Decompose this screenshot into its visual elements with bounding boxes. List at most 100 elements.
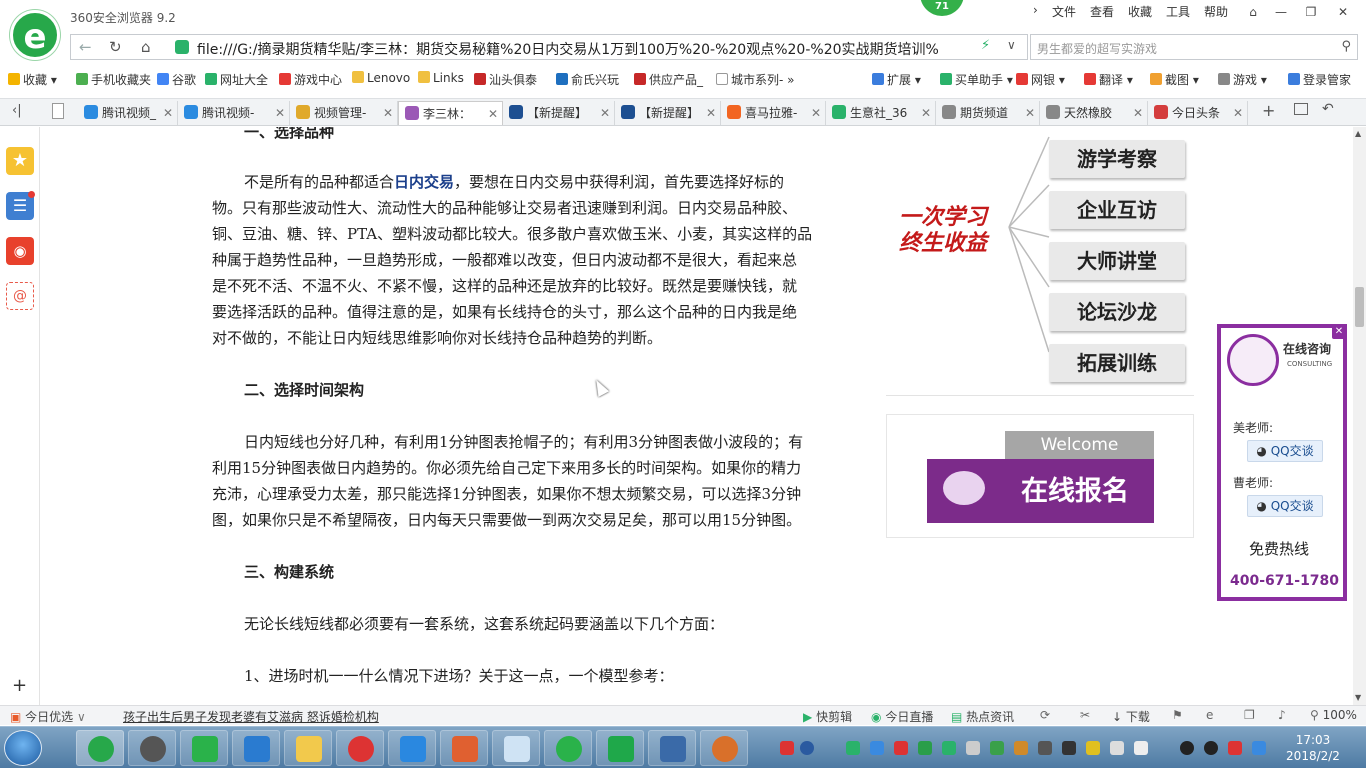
scroll-up-icon[interactable]: ▲ [1355, 129, 1361, 138]
signup-button[interactable]: 在线报名 [927, 459, 1154, 523]
promo-item-forum-salon[interactable]: 论坛沙龙 [1049, 293, 1185, 331]
help-icon[interactable] [800, 741, 814, 755]
tab-close-icon[interactable]: ✕ [921, 101, 931, 125]
task-red-app[interactable] [336, 730, 384, 766]
tray-app-icon[interactable] [780, 741, 794, 755]
tab-close-icon[interactable]: ✕ [706, 101, 716, 125]
task-microphone[interactable] [128, 730, 176, 766]
tab-1[interactable]: 腾讯视频- ✕ [178, 101, 290, 125]
tab-close-icon[interactable]: ✕ [1233, 101, 1243, 125]
task-wps-sheet[interactable] [596, 730, 644, 766]
tray-camera-icon[interactable] [1062, 741, 1076, 755]
tab-5[interactable]: 【新提醒】 ✕ [615, 101, 721, 125]
notification-badge[interactable]: 71 [920, 0, 964, 16]
speed-mode-icon[interactable]: ⚡ [981, 38, 990, 53]
skin-icon[interactable]: ⌂ [1240, 3, 1266, 21]
tray-wechat-icon[interactable] [846, 741, 860, 755]
ext-screenshot[interactable]: 截图 ▾ [1150, 71, 1199, 88]
task-wps-writer[interactable] [388, 730, 436, 766]
window-icon[interactable]: ❐ [1244, 708, 1255, 722]
menu-help[interactable]: 帮助 [1204, 3, 1228, 20]
ext-translate[interactable]: 翻译 ▾ [1084, 71, 1133, 88]
bookmark-city[interactable]: 城市系列- » [716, 71, 795, 88]
tab-2[interactable]: 视频管理- ✕ [290, 101, 398, 125]
tray-flag-icon[interactable] [1228, 741, 1242, 755]
browser-mode-icon[interactable]: e [1206, 708, 1213, 722]
favorites-star-icon[interactable]: ★ [6, 147, 34, 175]
tab-close-icon[interactable]: ✕ [1025, 101, 1035, 125]
tab-scroll-left-icon[interactable]: ‹| [12, 103, 22, 118]
dropdown-chevron-icon[interactable]: ∨ [1007, 38, 1016, 52]
search-input[interactable]: 男生都爱的超写实游戏 [1037, 40, 1157, 57]
task-blue-app[interactable] [232, 730, 280, 766]
today-live[interactable]: ◉ 今日直播 [871, 708, 933, 725]
vertical-scrollbar[interactable]: ▲ ▼ [1353, 127, 1366, 705]
ext-login-manager[interactable]: 登录管家 [1288, 71, 1351, 88]
news-ticker-link[interactable]: 孩子出生后男子发现老婆有艾滋病 怒诉婚检机构 [123, 708, 379, 725]
menu-tools[interactable]: 工具 [1166, 3, 1190, 20]
system-clock[interactable]: 17:03 2018/2/2 [1282, 732, 1344, 764]
task-media[interactable] [700, 730, 748, 766]
task-explorer[interactable] [284, 730, 332, 766]
zoom-level[interactable]: ⚲ 100% [1310, 708, 1357, 722]
menu-chevron-icon[interactable]: › [1033, 3, 1038, 17]
refresh-icon[interactable]: ↻ [109, 38, 122, 56]
ext-games[interactable]: 游戏 ▾ [1218, 71, 1267, 88]
home-icon[interactable]: ⌂ [141, 38, 151, 56]
tab-close-icon[interactable]: ✕ [275, 101, 285, 125]
qq-chat-button-1[interactable]: ◕ QQ交谈 [1247, 440, 1323, 462]
accelerate-icon[interactable]: ⟳ [1040, 708, 1050, 722]
quick-clip[interactable]: ▶ 快剪辑 [803, 708, 852, 725]
address-bar[interactable]: ← ↻ ⌂ file:///G:/摘录期货精华贴/李三林：期货交易秘籍%20日内… [70, 34, 1028, 60]
tray-shield-icon[interactable] [990, 741, 1004, 755]
url-text[interactable]: file:///G:/摘录期货精华贴/李三林：期货交易秘籍%20日内交易从1万到… [197, 39, 977, 59]
tab-close-icon[interactable]: ✕ [488, 102, 498, 125]
tray-qq-icon[interactable] [1180, 741, 1194, 755]
bookmark-supply[interactable]: 供应产品_ [634, 71, 703, 88]
tab-close-icon[interactable]: ✕ [600, 101, 610, 125]
bookmark-mobile[interactable]: 手机收藏夹 [76, 71, 151, 88]
promo-item-master-lecture[interactable]: 大师讲堂 [1049, 242, 1185, 280]
tab-close-icon[interactable]: ✕ [1133, 101, 1143, 125]
task-remote[interactable] [648, 730, 696, 766]
bookmark-hao360[interactable]: 网址大全 [205, 71, 268, 88]
add-sidebar-button[interactable]: + [12, 675, 27, 696]
tab-0[interactable]: 腾讯视频_ ✕ [78, 101, 178, 125]
tab-close-icon[interactable]: ✕ [811, 101, 821, 125]
tab-close-icon[interactable]: ✕ [383, 101, 393, 125]
tab-restore-icon[interactable] [1294, 103, 1308, 115]
consult-close-button[interactable]: ✕ [1332, 325, 1346, 339]
hotline-number[interactable]: 400-671-1780 [1230, 573, 1339, 589]
task-notepad[interactable] [492, 730, 540, 766]
new-tab-button[interactable]: + [1262, 101, 1275, 120]
ext-extensions[interactable]: 扩展 ▾ [872, 71, 921, 88]
bookmark-google[interactable]: 谷歌 [157, 71, 196, 88]
ext-bank[interactable]: 网银 ▾ [1016, 71, 1065, 88]
bookmark-shantou[interactable]: 汕头俱泰 [474, 71, 537, 88]
task-presentation[interactable] [440, 730, 488, 766]
maximize-button[interactable]: ❐ [1298, 3, 1324, 21]
minimize-button[interactable]: — [1268, 3, 1294, 21]
tray-qq2-icon[interactable] [1204, 741, 1218, 755]
tab-8[interactable]: 期货频道 ✕ [936, 101, 1040, 125]
tab-3[interactable]: 李三林： ✕ [398, 101, 503, 125]
tray-volume-icon[interactable] [966, 741, 980, 755]
menu-file[interactable]: 文件 [1052, 3, 1076, 20]
task-360-browser[interactable] [76, 730, 124, 766]
promo-item-study-tour[interactable]: 游学考察 [1049, 140, 1185, 178]
tray-box-icon[interactable] [870, 741, 884, 755]
downloads[interactable]: ↓ 下载 [1112, 708, 1150, 725]
tab-7[interactable]: 生意社_36 ✕ [826, 101, 936, 125]
tray-ime-icon[interactable] [1252, 741, 1266, 755]
promo-item-outdoor-training[interactable]: 拓展训练 [1049, 344, 1185, 382]
today-picks[interactable]: ▣ 今日优选 ∨ [10, 708, 86, 725]
browser-logo-icon[interactable]: e [10, 10, 60, 60]
tray-360-icon[interactable] [942, 741, 956, 755]
weibo-icon[interactable]: ◉ [6, 237, 34, 265]
volume-icon[interactable]: ♪ [1278, 708, 1286, 722]
tray-display-icon[interactable] [1038, 741, 1052, 755]
back-icon[interactable]: ← [79, 38, 92, 56]
scroll-down-icon[interactable]: ▼ [1355, 693, 1361, 702]
task-green-app[interactable] [180, 730, 228, 766]
search-box[interactable]: 男生都爱的超写实游戏 ⚲ [1030, 34, 1358, 60]
